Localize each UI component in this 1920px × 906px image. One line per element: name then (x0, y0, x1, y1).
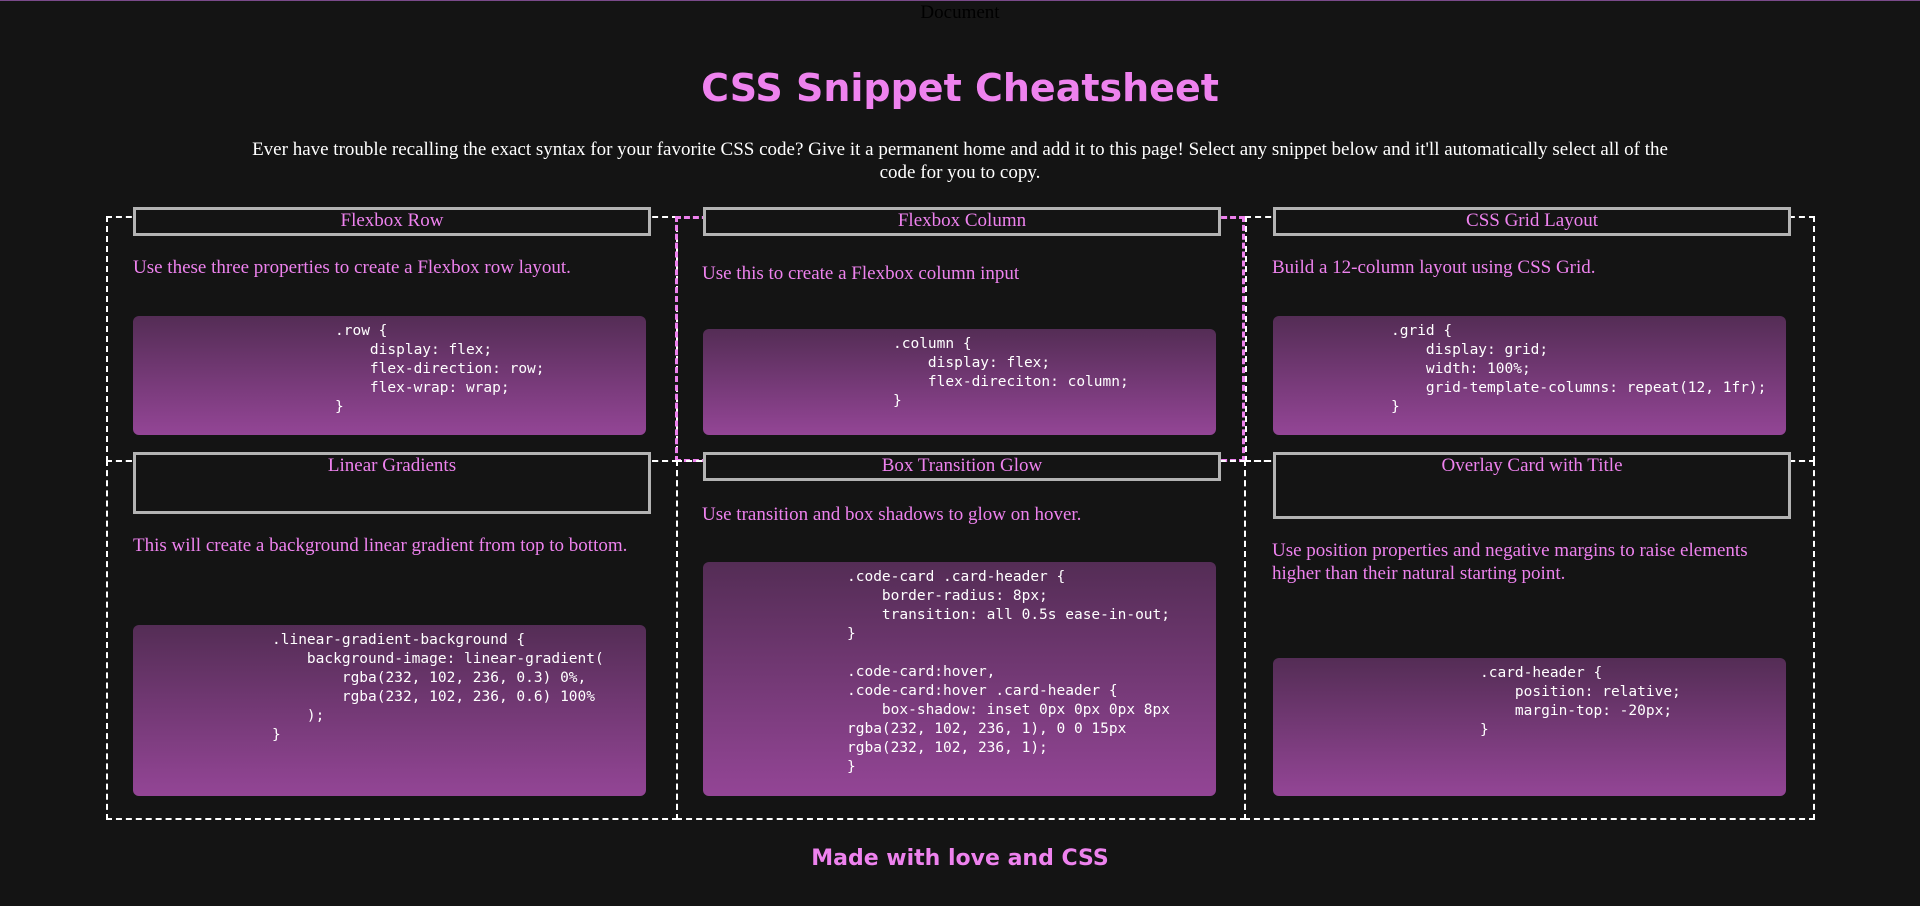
code-snippet-linear-gradients[interactable]: .linear-gradient-background { background… (133, 625, 646, 796)
code-text-flexbox-column[interactable]: .column { display: flex; flex-direciton:… (893, 335, 1129, 411)
code-snippet-overlay-card[interactable]: .card-header { position: relative; margi… (1273, 658, 1786, 796)
card-description-css-grid: Build a 12-column layout using CSS Grid. (1272, 257, 1596, 278)
card-header-box-transition-glow[interactable]: Box Transition Glow (703, 452, 1221, 481)
page-title: CSS Snippet Cheatsheet (701, 66, 1219, 110)
card-description-flexbox-column: Use this to create a Flexbox column inpu… (702, 263, 1020, 284)
code-text-overlay-card[interactable]: .card-header { position: relative; margi… (1480, 664, 1681, 740)
footer-text: Made with love and CSS (811, 846, 1109, 871)
code-snippet-flexbox-column[interactable]: .column { display: flex; flex-direciton:… (703, 329, 1216, 435)
code-text-flexbox-row[interactable]: .row { display: flex; flex-direction: ro… (335, 322, 545, 417)
code-text-linear-gradients[interactable]: .linear-gradient-background { background… (272, 631, 604, 745)
code-text-box-transition-glow[interactable]: .code-card .card-header { border-radius:… (847, 568, 1170, 777)
code-snippet-box-transition-glow[interactable]: .code-card .card-header { border-radius:… (703, 562, 1216, 796)
intro-text: Ever have trouble recalling the exact sy… (252, 139, 1668, 183)
card-description-linear-gradients: This will create a background linear gra… (133, 535, 628, 556)
card-header-overlay-card[interactable]: Overlay Card with Title (1273, 452, 1791, 519)
card-description-box-transition-glow: Use transition and box shadows to glow o… (702, 504, 1082, 525)
code-snippet-flexbox-row[interactable]: .row { display: flex; flex-direction: ro… (133, 316, 646, 435)
code-text-css-grid[interactable]: .grid { display: grid; width: 100%; grid… (1391, 322, 1766, 417)
code-snippet-css-grid[interactable]: .grid { display: grid; width: 100%; grid… (1273, 316, 1786, 435)
card-header-flexbox-column[interactable]: Flexbox Column (703, 207, 1221, 236)
card-description-overlay-card: Use position properties and negative mar… (1272, 540, 1748, 584)
card-description-flexbox-row: Use these three properties to create a F… (133, 257, 571, 278)
card-header-linear-gradients[interactable]: Linear Gradients (133, 452, 651, 514)
card-header-flexbox-row[interactable]: Flexbox Row (133, 207, 651, 236)
card-header-css-grid[interactable]: CSS Grid Layout (1273, 207, 1791, 236)
document-title: Document (920, 2, 1000, 23)
